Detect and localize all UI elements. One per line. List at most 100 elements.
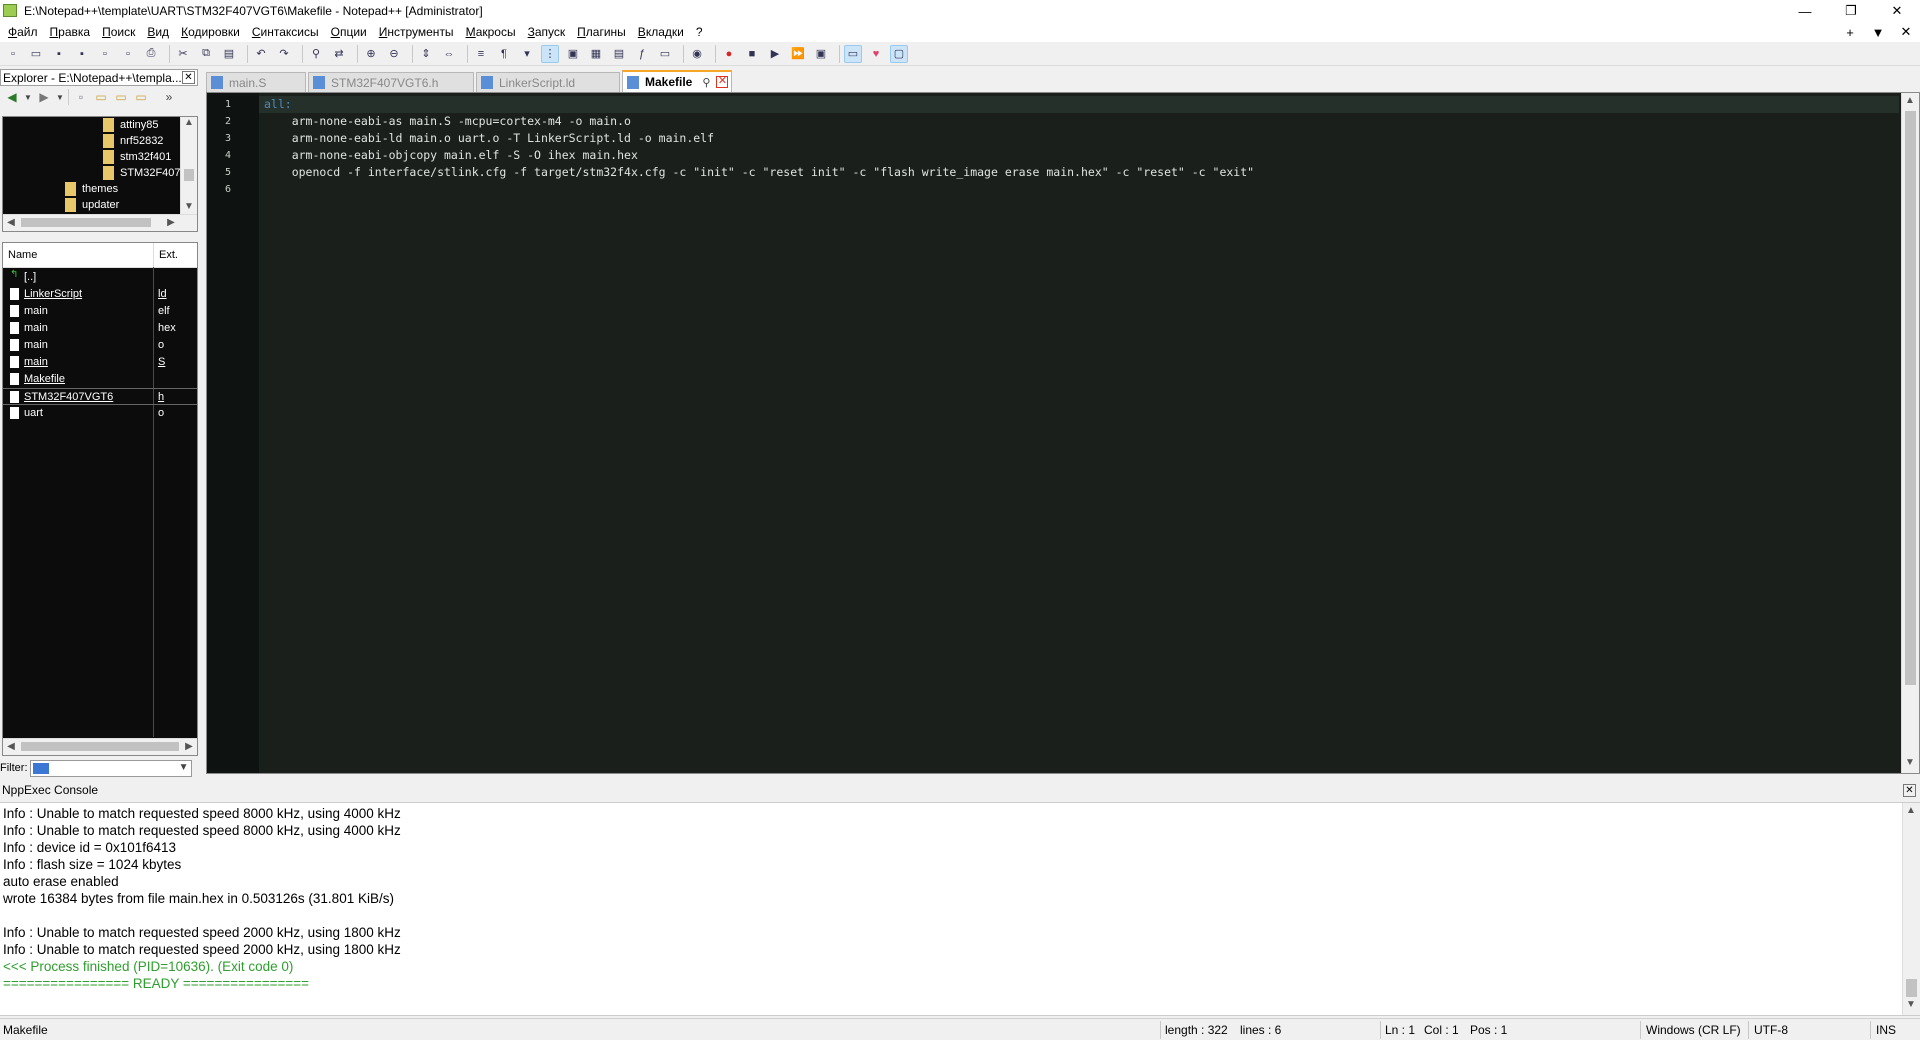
list-item[interactable]: Makefile: [3, 371, 197, 388]
tree-folder-themes[interactable]: themes: [65, 181, 118, 197]
indent-guide-icon[interactable]: ⋮: [541, 44, 559, 63]
list-item[interactable]: uart o: [3, 405, 197, 422]
scroll-right-arrow-icon[interactable]: ▶: [181, 741, 197, 752]
record-macro-icon[interactable]: ●: [720, 45, 738, 63]
close-document-button[interactable]: ✕: [1892, 24, 1920, 40]
new-file-icon[interactable]: ▫: [4, 45, 22, 63]
save-macro-icon[interactable]: ▣: [812, 45, 830, 63]
back-icon[interactable]: ◀: [4, 89, 20, 105]
more-chevron-icon[interactable]: »: [161, 89, 177, 105]
paste-icon[interactable]: ▤: [220, 45, 238, 63]
editor-vertical-scrollbar[interactable]: ▲ ▼: [1901, 93, 1919, 773]
save-icon[interactable]: ▪: [50, 45, 68, 63]
code-line[interactable]: arm-none-eabi-objcopy main.elf -S -O ihe…: [259, 147, 1899, 164]
favorites-icon[interactable]: ▭: [133, 89, 149, 105]
heart-icon[interactable]: ♥: [867, 45, 885, 63]
scroll-thumb[interactable]: [1906, 979, 1917, 997]
close-tab-icon[interactable]: ✕: [716, 76, 729, 88]
scroll-up-arrow-icon[interactable]: ▲: [181, 117, 197, 128]
dropdown-arrow-icon[interactable]: ▾: [518, 45, 536, 63]
tree-folder-stm32f407[interactable]: STM32F407V: [103, 165, 188, 181]
stop-macro-icon[interactable]: ■: [743, 45, 761, 63]
list-item[interactable]: main hex: [3, 320, 197, 337]
dropdown-arrow-icon[interactable]: ▼: [56, 89, 64, 105]
monitoring-eye-icon[interactable]: ◉: [688, 45, 706, 63]
scroll-left-arrow-icon[interactable]: ◀: [3, 217, 19, 228]
print-icon[interactable]: ⎙: [142, 45, 160, 63]
tab-main-s[interactable]: main.S: [206, 72, 306, 92]
doc-map-icon[interactable]: ▦: [587, 45, 605, 63]
find-icon[interactable]: ⚲: [307, 45, 325, 63]
scroll-thumb[interactable]: [184, 169, 194, 181]
save-all-icon[interactable]: ▪: [73, 45, 91, 63]
filter-combobox[interactable]: ▼: [29, 759, 192, 777]
scroll-thumb[interactable]: [21, 742, 179, 751]
word-wrap-icon[interactable]: ≡: [472, 45, 490, 63]
code-line[interactable]: arm-none-eabi-ld main.o uart.o -T Linker…: [259, 130, 1899, 147]
code-editor[interactable]: 1 2 3 4 5 6 all: arm-none-eabi-as main.S…: [206, 92, 1920, 774]
pin-icon[interactable]: ⚲: [702, 76, 710, 89]
list-item[interactable]: main o: [3, 337, 197, 354]
tree-folder-updater[interactable]: updater: [65, 197, 119, 213]
list-item-selected[interactable]: STM32F407VGT6 h: [3, 388, 197, 405]
tree-folder-attiny85[interactable]: attiny85: [103, 117, 159, 133]
scroll-left-arrow-icon[interactable]: ◀: [3, 741, 19, 752]
open-file-icon[interactable]: ▭: [27, 45, 45, 63]
new-folder-icon[interactable]: ▭: [93, 89, 109, 105]
open-folder-icon[interactable]: ▭: [113, 89, 129, 105]
new-tab-button[interactable]: +: [1836, 25, 1864, 40]
minimize-button[interactable]: —: [1782, 0, 1828, 22]
user-language-icon[interactable]: ▣: [564, 45, 582, 63]
scroll-right-arrow-icon[interactable]: ▶: [163, 217, 179, 228]
zoom-out-icon[interactable]: ⊖: [385, 45, 403, 63]
tab-list-dropdown[interactable]: ▼: [1864, 25, 1892, 40]
list-item[interactable]: LinkerScript ld: [3, 286, 197, 303]
file-list-horizontal-scrollbar[interactable]: ◀ ▶: [3, 738, 197, 755]
cut-icon[interactable]: ✂: [174, 45, 192, 63]
code-line[interactable]: [259, 181, 1899, 198]
show-all-chars-icon[interactable]: ¶: [495, 45, 513, 63]
scroll-down-arrow-icon[interactable]: ▼: [1903, 999, 1919, 1010]
copy-icon[interactable]: ⧉: [197, 45, 215, 63]
dropdown-arrow-icon[interactable]: ▼: [24, 89, 32, 105]
tree-horizontal-scrollbar[interactable]: ◀ ▶: [3, 214, 197, 231]
menu-view[interactable]: Вид: [141, 22, 175, 42]
doc-list-icon[interactable]: ▤: [610, 45, 628, 63]
status-eol[interactable]: Windows (CR LF): [1646, 1023, 1741, 1037]
menu-tools[interactable]: Инструменты: [373, 22, 460, 42]
redo-icon[interactable]: ↷: [275, 45, 293, 63]
zoom-in-icon[interactable]: ⊕: [362, 45, 380, 63]
code-line[interactable]: all:: [259, 96, 1899, 113]
column-divider[interactable]: [153, 243, 154, 267]
menu-window[interactable]: Вкладки: [632, 22, 690, 42]
tab-makefile[interactable]: Makefile ⚲ ✕: [622, 70, 732, 92]
menu-file[interactable]: Файл: [2, 22, 44, 42]
tab-linkerscript-ld[interactable]: LinkerScript.ld: [476, 72, 620, 92]
scroll-thumb[interactable]: [21, 218, 151, 227]
menu-search[interactable]: Поиск: [96, 22, 141, 42]
play-macro-icon[interactable]: ▶: [766, 45, 784, 63]
sync-vertical-icon[interactable]: ⇕: [417, 45, 435, 63]
list-item[interactable]: main S: [3, 354, 197, 371]
menu-run[interactable]: Запуск: [522, 22, 572, 42]
new-file-icon[interactable]: ▫: [73, 89, 89, 105]
console-vertical-scrollbar[interactable]: ▲ ▼: [1902, 803, 1920, 1015]
menu-edit[interactable]: Правка: [44, 22, 97, 42]
column-header-name[interactable]: Name: [8, 249, 37, 261]
close-window-button[interactable]: ✕: [1874, 0, 1920, 22]
run-macro-multiple-icon[interactable]: ⏩: [789, 45, 807, 63]
close-file-icon[interactable]: ▫: [96, 45, 114, 63]
nppexec-console-icon[interactable]: ▭: [844, 44, 862, 63]
folder-workspace-icon[interactable]: ▭: [656, 45, 674, 63]
tree-folder-nrf52832[interactable]: nrf52832: [103, 133, 163, 149]
menu-settings[interactable]: Опции: [325, 22, 373, 42]
list-item-parent[interactable]: ↰ [..]: [3, 269, 197, 286]
explorer-panel-icon[interactable]: ▢: [890, 44, 908, 63]
list-item[interactable]: main elf: [3, 303, 197, 320]
scroll-down-arrow-icon[interactable]: ▼: [181, 201, 197, 212]
replace-icon[interactable]: ⇄: [330, 45, 348, 63]
explorer-close-button[interactable]: ✕: [182, 71, 195, 84]
status-encoding[interactable]: UTF-8: [1754, 1023, 1788, 1037]
console-output[interactable]: Info : Unable to match requested speed 8…: [0, 802, 1920, 1016]
column-header-ext[interactable]: Ext.: [159, 249, 178, 261]
